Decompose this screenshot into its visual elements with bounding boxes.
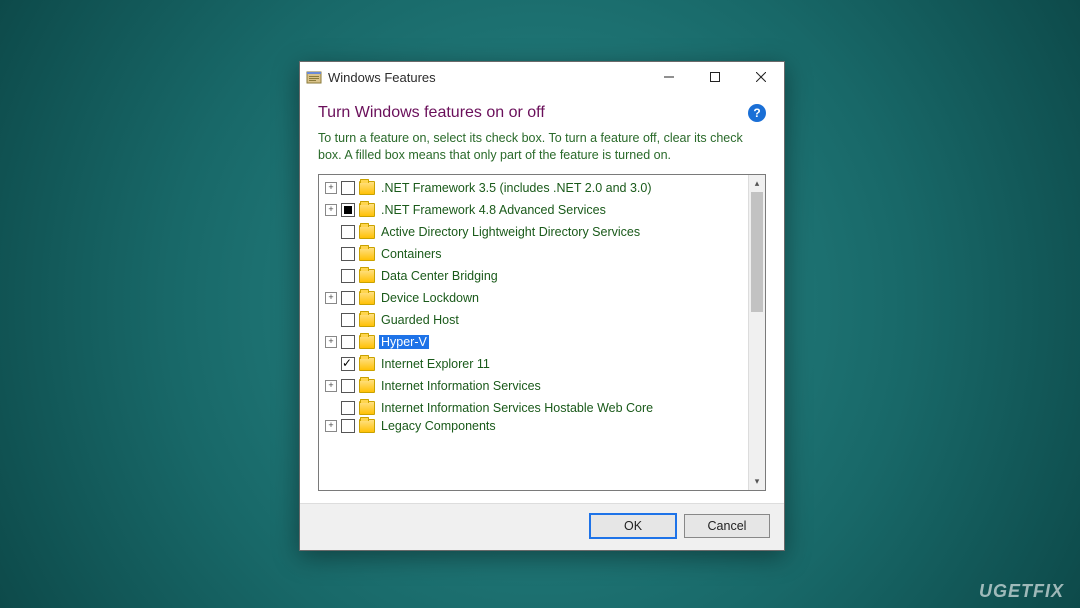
feature-checkbox[interactable] (341, 203, 355, 217)
feature-checkbox[interactable] (341, 379, 355, 393)
folder-icon (359, 313, 375, 327)
feature-checkbox[interactable] (341, 269, 355, 283)
windows-features-icon (306, 69, 322, 85)
expand-icon[interactable]: + (325, 420, 337, 432)
window-controls (646, 62, 784, 92)
feature-checkbox[interactable] (341, 335, 355, 349)
feature-row[interactable]: Active Directory Lightweight Directory S… (321, 221, 746, 243)
feature-label[interactable]: Internet Explorer 11 (379, 357, 492, 371)
feature-row[interactable]: Internet Information Services Hostable W… (321, 397, 746, 419)
feature-label[interactable]: Legacy Components (379, 419, 498, 433)
feature-checkbox[interactable] (341, 313, 355, 327)
feature-label[interactable]: Internet Information Services Hostable W… (379, 401, 655, 415)
feature-row[interactable]: + Legacy Components (321, 419, 746, 433)
folder-icon (359, 247, 375, 261)
scrollbar[interactable]: ▴ ▾ (748, 175, 765, 490)
ok-button[interactable]: OK (590, 514, 676, 538)
scrollbar-thumb[interactable] (751, 192, 763, 312)
feature-label[interactable]: .NET Framework 4.8 Advanced Services (379, 203, 608, 217)
feature-label[interactable]: Internet Information Services (379, 379, 543, 393)
feature-row[interactable]: Internet Explorer 11 (321, 353, 746, 375)
folder-icon (359, 269, 375, 283)
dialog-content: Turn Windows features on or off ? To tur… (300, 92, 784, 503)
dialog-heading: Turn Windows features on or off (318, 104, 545, 122)
folder-icon (359, 401, 375, 415)
folder-icon (359, 335, 375, 349)
expand-icon[interactable]: + (325, 336, 337, 348)
expand-icon[interactable]: + (325, 380, 337, 392)
feature-label[interactable]: Hyper-V (379, 335, 429, 349)
feature-tree: + .NET Framework 3.5 (includes .NET 2.0 a… (318, 174, 766, 491)
feature-tree-viewport[interactable]: + .NET Framework 3.5 (includes .NET 2.0 a… (319, 175, 748, 490)
dialog-button-row: OK Cancel (300, 503, 784, 550)
feature-label[interactable]: Guarded Host (379, 313, 461, 327)
feature-checkbox[interactable] (341, 419, 355, 433)
feature-checkbox[interactable] (341, 401, 355, 415)
cancel-button[interactable]: Cancel (684, 514, 770, 538)
watermark: UGETFIX (979, 581, 1064, 602)
feature-row[interactable]: Data Center Bridging (321, 265, 746, 287)
feature-row[interactable]: Guarded Host (321, 309, 746, 331)
scroll-up-icon[interactable]: ▴ (749, 175, 765, 192)
folder-icon (359, 291, 375, 305)
folder-icon (359, 357, 375, 371)
feature-row[interactable]: + Hyper-V (321, 331, 746, 353)
folder-icon (359, 419, 375, 433)
feature-checkbox[interactable] (341, 357, 355, 371)
folder-icon (359, 181, 375, 195)
feature-checkbox[interactable] (341, 225, 355, 239)
scroll-down-icon[interactable]: ▾ (749, 473, 765, 490)
titlebar[interactable]: Windows Features (300, 62, 784, 92)
feature-row[interactable]: Containers (321, 243, 746, 265)
feature-row[interactable]: + Internet Information Services (321, 375, 746, 397)
minimize-button[interactable] (646, 62, 692, 92)
feature-label[interactable]: Active Directory Lightweight Directory S… (379, 225, 642, 239)
feature-checkbox[interactable] (341, 291, 355, 305)
feature-label[interactable]: Data Center Bridging (379, 269, 500, 283)
feature-row[interactable]: + .NET Framework 3.5 (includes .NET 2.0 a… (321, 177, 746, 199)
folder-icon (359, 379, 375, 393)
feature-label[interactable]: Device Lockdown (379, 291, 481, 305)
folder-icon (359, 225, 375, 239)
maximize-button[interactable] (692, 62, 738, 92)
expand-icon[interactable]: + (325, 292, 337, 304)
help-icon[interactable]: ? (748, 104, 766, 122)
feature-label[interactable]: Containers (379, 247, 443, 261)
feature-checkbox[interactable] (341, 247, 355, 261)
expand-icon[interactable]: + (325, 182, 337, 194)
feature-row[interactable]: + .NET Framework 4.8 Advanced Services (321, 199, 746, 221)
scrollbar-track[interactable] (749, 192, 765, 473)
feature-checkbox[interactable] (341, 181, 355, 195)
feature-row[interactable]: + Device Lockdown (321, 287, 746, 309)
dialog-instructions: To turn a feature on, select its check b… (318, 130, 766, 164)
windows-features-dialog: Windows Features Turn Windows features o… (299, 61, 785, 551)
feature-label[interactable]: .NET Framework 3.5 (includes .NET 2.0 an… (379, 181, 653, 195)
expand-icon[interactable]: + (325, 204, 337, 216)
close-button[interactable] (738, 62, 784, 92)
folder-icon (359, 203, 375, 217)
window-title: Windows Features (328, 70, 646, 85)
